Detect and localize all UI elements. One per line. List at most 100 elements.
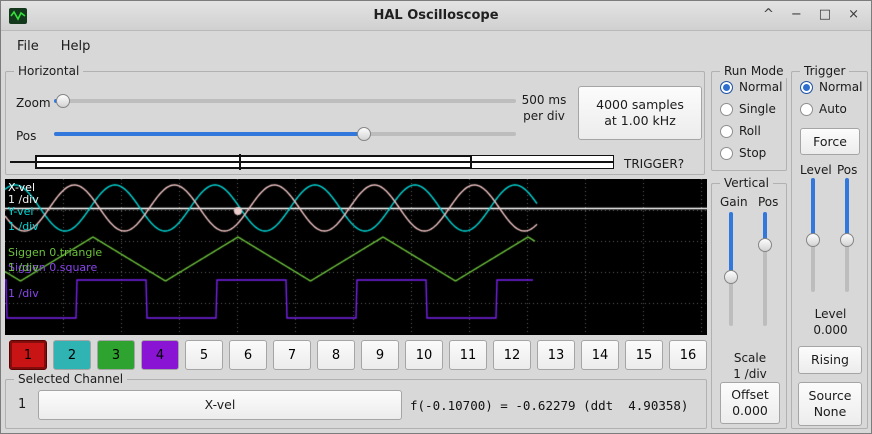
selected-channel-number: 1 <box>18 397 26 412</box>
channel-button-15[interactable]: 15 <box>625 340 663 370</box>
zoom-slider-handle[interactable] <box>56 94 70 108</box>
channel-button-6[interactable]: 6 <box>229 340 267 370</box>
scope-channel-label: 1 /div <box>8 220 39 233</box>
channel-button-9[interactable]: 9 <box>361 340 399 370</box>
slider-fill <box>845 178 849 240</box>
channel-button-13[interactable]: 13 <box>537 340 575 370</box>
channel-button-1[interactable]: 1 <box>9 340 47 370</box>
run-mode-group-title: Run Mode <box>720 64 788 78</box>
horizontal-group-title: Horizontal <box>14 64 83 78</box>
force-button[interactable]: Force <box>800 128 860 155</box>
selected-channel-group-title: Selected Channel <box>14 372 127 386</box>
channel-button-2[interactable]: 2 <box>53 340 91 370</box>
offset-label: Offset <box>731 387 769 403</box>
zoom-label: Zoom <box>16 96 51 110</box>
vertical-pos-label: Pos <box>758 195 778 209</box>
run-mode-group: Run Mode Normal Single Roll Stop <box>711 71 787 171</box>
radio-label: Roll <box>739 124 761 138</box>
radio-icon <box>800 81 813 94</box>
channel-button-7[interactable]: 7 <box>273 340 311 370</box>
pos-slider-handle[interactable] <box>357 127 371 141</box>
trigger-pos-label: Pos <box>837 163 857 177</box>
shade-icon[interactable]: ^ <box>763 7 774 22</box>
scope-display[interactable]: X-vel1 /divY-vel1 /divSiggen 0.triangleS… <box>5 179 707 335</box>
channel-button-12[interactable]: 12 <box>493 340 531 370</box>
offset-value: 0.000 <box>732 403 768 419</box>
channel-button-4[interactable]: 4 <box>141 340 179 370</box>
window-title: HAL Oscilloscope <box>1 8 871 23</box>
radio-label: Single <box>739 102 776 116</box>
close-icon[interactable]: × <box>848 7 859 22</box>
record-baseline <box>10 161 614 163</box>
radio-icon <box>720 103 733 116</box>
trigger-level-slider-handle[interactable] <box>806 233 820 247</box>
zoom-slider[interactable] <box>54 93 516 109</box>
scope-channel-label: 1 /div <box>8 287 39 300</box>
trigger-status: TRIGGER? <box>624 157 684 171</box>
record-position-bar[interactable] <box>10 154 614 170</box>
scope-canvas[interactable] <box>5 179 707 335</box>
menu-help[interactable]: Help <box>51 36 101 57</box>
channel-readout: f(-0.10700) = -0.62279 (ddt 4.90358) <box>410 398 688 413</box>
trigger-edge-label: Rising <box>811 352 849 368</box>
vertical-pos-slider[interactable] <box>756 212 774 326</box>
trigger-edge-button[interactable]: Rising <box>798 346 862 374</box>
horizontal-pos-slider[interactable] <box>54 126 516 142</box>
trigger-group-title: Trigger <box>800 64 849 78</box>
runmode-stop-radio[interactable]: Stop <box>720 146 766 160</box>
runmode-roll-radio[interactable]: Roll <box>720 124 761 138</box>
selected-channel-name-button[interactable]: X-vel <box>38 390 402 420</box>
trigger-position-marker <box>239 154 241 170</box>
trigger-group: Trigger Normal Auto Force Level Pos Leve… <box>791 71 868 429</box>
slider-fill <box>729 212 733 277</box>
titlebar[interactable]: HAL Oscilloscope ^ − □ × <box>1 1 871 31</box>
channel-button-11[interactable]: 11 <box>449 340 487 370</box>
trigger-auto-radio[interactable]: Auto <box>800 102 847 116</box>
horizontal-group: Horizontal Zoom 500 ms per div 4000 samp… <box>5 71 705 175</box>
time-per-div-unit: per div <box>512 108 576 124</box>
scale-caption: Scale <box>712 350 788 366</box>
offset-button[interactable]: Offset 0.000 <box>720 382 780 424</box>
radio-icon <box>720 147 733 160</box>
runmode-normal-radio[interactable]: Normal <box>720 80 782 94</box>
channel-button-5[interactable]: 5 <box>185 340 223 370</box>
radio-icon <box>720 125 733 138</box>
gain-slider-handle[interactable] <box>724 270 738 284</box>
minimize-icon[interactable]: − <box>791 7 802 22</box>
channel-button-8[interactable]: 8 <box>317 340 355 370</box>
trigger-level-slider[interactable] <box>804 178 822 292</box>
trigger-pos-slider-handle[interactable] <box>840 233 854 247</box>
slider-fill <box>54 132 364 136</box>
slider-groove <box>54 99 516 103</box>
trigger-pos-slider[interactable] <box>838 178 856 292</box>
vertical-group: Vertical Gain Pos Scale 1 /div Offset 0.… <box>711 183 787 429</box>
channel-button-3[interactable]: 3 <box>97 340 135 370</box>
gain-label: Gain <box>720 195 748 209</box>
scope-channel-label: Y-vel <box>8 205 33 218</box>
samples-button[interactable]: 4000 samples at 1.00 kHz <box>578 86 702 140</box>
menubar: File Help <box>1 32 871 60</box>
trigger-level-caption: Level <box>792 306 869 322</box>
vertical-pos-slider-handle[interactable] <box>758 238 772 252</box>
selected-channel-group: Selected Channel 1 X-vel f(-0.10700) = -… <box>5 379 707 429</box>
trigger-level-label: Level <box>800 163 832 177</box>
samples-line1: 4000 samples <box>596 97 684 113</box>
trigger-source-button[interactable]: Source None <box>798 382 862 426</box>
time-per-div: 500 ms per div <box>512 92 576 124</box>
radio-label: Normal <box>739 80 782 94</box>
gain-slider[interactable] <box>722 212 740 326</box>
channel-button-10[interactable]: 10 <box>405 340 443 370</box>
trigger-source-value: None <box>814 404 847 420</box>
radio-icon <box>800 103 813 116</box>
radio-label: Normal <box>819 80 862 94</box>
runmode-single-radio[interactable]: Single <box>720 102 776 116</box>
force-button-label: Force <box>813 134 847 150</box>
maximize-icon[interactable]: □ <box>819 7 831 22</box>
menu-file[interactable]: File <box>7 36 49 57</box>
radio-icon <box>720 81 733 94</box>
channel-button-14[interactable]: 14 <box>581 340 619 370</box>
trigger-normal-radio[interactable]: Normal <box>800 80 862 94</box>
channel-button-16[interactable]: 16 <box>669 340 707 370</box>
scale-value: 1 /div <box>712 366 788 382</box>
radio-label: Auto <box>819 102 847 116</box>
